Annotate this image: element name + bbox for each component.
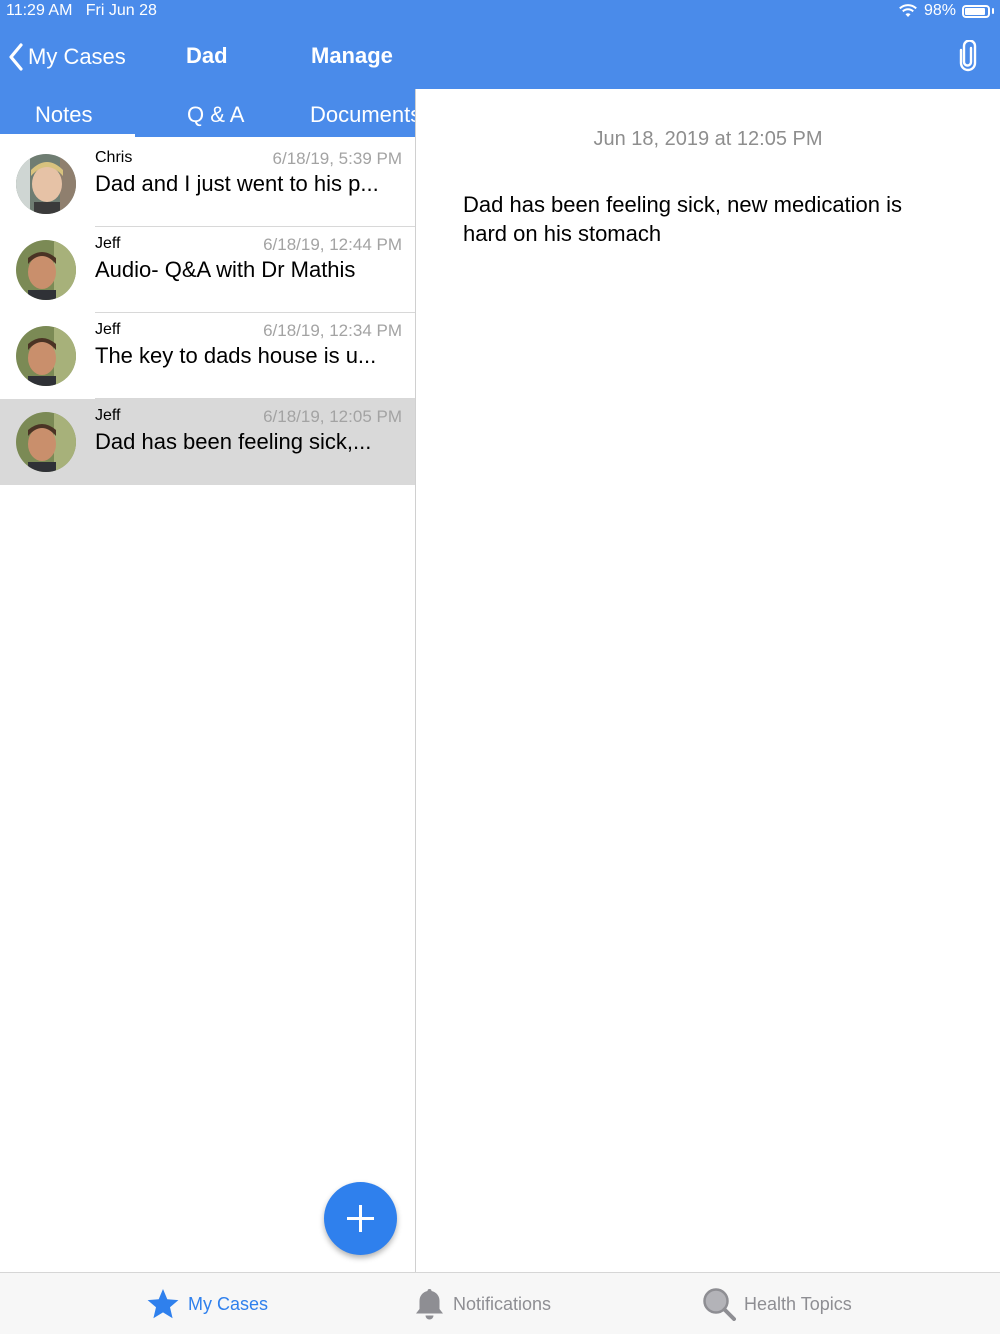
battery-tip [992, 8, 994, 14]
note-author: Jeff [95, 235, 121, 252]
battery-percent: 98% [923, 2, 956, 19]
note-row-selected[interactable]: Jeff 6/18/19, 12:05 PM Dad has been feel… [0, 399, 416, 485]
note-timestamp: 6/18/19, 5:39 PM [272, 149, 402, 168]
note-detail-date: Jun 18, 2019 at 12:05 PM [593, 128, 823, 150]
tab-notifications[interactable]: Notifications [414, 1286, 551, 1322]
tab-notes[interactable]: Notes [35, 102, 92, 128]
add-note-button[interactable] [324, 1182, 397, 1255]
note-row[interactable]: Chris 6/18/19, 5:39 PM Dad and I just we… [0, 137, 416, 227]
note-preview: The key to dads house is u... [95, 343, 377, 368]
tab-q-and-a[interactable]: Q & A [187, 102, 244, 128]
split-divider [415, 89, 416, 1272]
avatar [16, 154, 76, 214]
status-bar-right: 98% [898, 2, 994, 20]
manage-button[interactable]: Manage [311, 43, 393, 69]
page-title: Dad [186, 43, 228, 68]
tab-label: Notifications [453, 1293, 552, 1314]
star-icon [147, 1289, 179, 1319]
avatar [16, 326, 76, 386]
segment-tabs: Notes Q & A Documents [0, 89, 416, 137]
status-time: 11:29 AM [6, 2, 73, 19]
note-author: Chris [95, 149, 133, 166]
status-date: Fri Jun 28 [85, 2, 157, 19]
back-button-label: My Cases [28, 44, 126, 69]
bell-icon [416, 1289, 443, 1320]
note-row[interactable]: Jeff 6/18/19, 12:44 PM Audio- Q&A with D… [0, 227, 416, 313]
note-author: Jeff [95, 407, 121, 424]
status-bar-time: 11:29 AM Fri Jun 28 [6, 2, 157, 20]
tab-my-cases[interactable]: My Cases [146, 1286, 268, 1322]
note-author: Jeff [95, 321, 121, 338]
back-button[interactable]: My Cases [8, 40, 126, 74]
paperclip-icon[interactable] [954, 40, 982, 72]
tab-label: My Cases [188, 1293, 269, 1314]
note-timestamp: 6/18/19, 12:34 PM [263, 321, 402, 340]
tab-health-topics[interactable]: Health Topics [702, 1286, 852, 1322]
note-preview: Dad and I just went to his p... [95, 171, 379, 196]
tab-documents[interactable]: Documents [310, 102, 416, 128]
note-preview: Audio- Q&A with Dr Mathis [95, 257, 356, 282]
chevron-left-icon [9, 43, 23, 71]
note-row[interactable]: Jeff 6/18/19, 12:34 PM The key to dads h… [0, 313, 416, 399]
note-preview: Dad has been feeling sick,... [95, 429, 372, 454]
tab-label: Health Topics [744, 1293, 852, 1314]
magnifier-icon [703, 1288, 736, 1321]
wifi-icon [899, 4, 917, 17]
battery-icon [962, 4, 990, 18]
note-timestamp: 6/18/19, 12:44 PM [263, 235, 402, 254]
note-detail-body[interactable]: Dad has been feeling sick, new medicatio… [463, 190, 933, 248]
avatar [16, 240, 76, 300]
note-timestamp: 6/18/19, 12:05 PM [263, 407, 402, 426]
avatar [16, 412, 76, 472]
